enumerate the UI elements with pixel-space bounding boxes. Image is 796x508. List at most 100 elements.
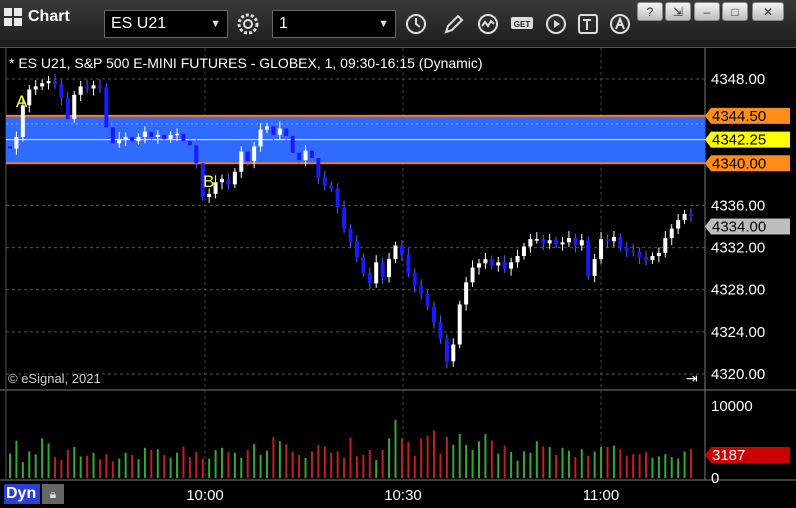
candle-body <box>194 145 199 164</box>
candle-body <box>566 238 571 243</box>
price-tick-label: 4332.00 <box>711 240 765 257</box>
price-pane <box>6 48 705 388</box>
pencil-draw-icon[interactable] <box>440 10 468 38</box>
candle-body <box>412 272 417 286</box>
candle-body <box>284 128 289 136</box>
grid-icon <box>4 8 22 26</box>
candle-body <box>644 257 649 261</box>
candle-body <box>232 171 237 185</box>
help-icon[interactable]: ? <box>637 2 663 21</box>
close-icon[interactable]: ✕ <box>752 2 784 21</box>
candle-body <box>149 131 154 137</box>
lock-icon[interactable]: 🔒︎ <box>42 484 64 504</box>
candle-body <box>155 134 160 137</box>
candle-body <box>130 136 135 142</box>
candle-body <box>470 267 475 283</box>
candle-body <box>207 193 212 197</box>
candle-body <box>162 134 167 140</box>
candle-body <box>200 163 205 197</box>
candle-body <box>65 97 70 120</box>
candle-body <box>85 86 90 89</box>
chevron-down-icon[interactable]: ▼ <box>378 11 389 37</box>
volume-marker <box>705 447 790 464</box>
candle-body <box>245 151 250 162</box>
candle-body <box>33 86 38 90</box>
candle-body <box>27 89 32 106</box>
candle-body <box>59 84 64 98</box>
settings-gear-icon[interactable] <box>234 10 262 38</box>
volume-tick-label: 0 <box>711 470 719 487</box>
volume-marker-label: 3187 <box>712 447 745 464</box>
dynamic-mode-button[interactable]: Dyn <box>4 484 40 504</box>
candle-body <box>220 179 225 183</box>
scroll-to-end-icon[interactable]: ⇥ <box>686 370 698 387</box>
price-tick-label: 4320.00 <box>711 366 765 383</box>
candle-body <box>136 136 141 142</box>
candle-body <box>663 238 668 253</box>
play-icon[interactable] <box>542 10 570 38</box>
chart-toolbar: Chart ES U21 ▼ 1 ▼ GET ? ⇲ – □ ✕ <box>0 0 796 48</box>
price-chart[interactable]: 10:00 10:30 11:00 4348.00 4336.00 4332.00 4328… <box>0 0 796 508</box>
candle-body <box>502 262 507 269</box>
candle-body <box>97 85 102 88</box>
minimize-icon[interactable]: – <box>694 2 720 21</box>
price-marker <box>705 131 790 148</box>
candle-body <box>432 306 437 323</box>
candle-body <box>689 213 693 216</box>
candle-body <box>316 158 321 177</box>
candle-body <box>40 83 45 87</box>
chevron-down-icon[interactable]: ▼ <box>210 11 221 37</box>
support-band <box>6 115 705 164</box>
candle-body <box>277 128 282 135</box>
price-tick-label: 4324.00 <box>711 324 765 341</box>
candle-body <box>387 259 392 278</box>
candle-body <box>329 185 334 189</box>
candle-body <box>380 262 385 278</box>
price-marker <box>705 155 790 172</box>
restore-icon[interactable]: ⇲ <box>665 2 691 21</box>
candle-body <box>676 220 681 229</box>
candle-body <box>117 139 122 144</box>
candle-body <box>309 150 314 159</box>
candle-body <box>78 86 83 95</box>
candle-body <box>187 141 192 146</box>
candle-body <box>52 81 57 85</box>
time-tick-label: 11:00 <box>583 487 619 504</box>
interval-value: 1 <box>279 15 288 32</box>
candle-body <box>110 127 115 144</box>
candle-body <box>14 136 19 149</box>
time-tick-label: 10:00 <box>186 487 224 504</box>
alert-icon[interactable] <box>606 10 634 38</box>
candle-body <box>669 228 674 239</box>
candle-body <box>46 81 51 84</box>
clock-icon[interactable] <box>402 10 430 38</box>
candle-body <box>637 251 642 258</box>
text-tool-icon[interactable] <box>574 10 602 38</box>
candle-body <box>650 256 655 261</box>
candle-body <box>547 240 552 244</box>
candle-body <box>656 252 661 256</box>
candle-body <box>258 129 263 147</box>
candle-body <box>264 126 269 130</box>
maximize-icon[interactable]: □ <box>722 2 748 21</box>
interval-select[interactable]: 1 ▼ <box>272 10 396 38</box>
candle-body <box>399 245 404 255</box>
symbol-select[interactable]: ES U21 ▼ <box>104 10 228 38</box>
candle-body <box>239 151 244 172</box>
price-marker <box>705 218 790 235</box>
candle-body <box>393 245 398 260</box>
candle-body <box>303 150 308 161</box>
candle-body <box>322 176 327 186</box>
candle-body <box>611 237 616 242</box>
candle-body <box>586 240 591 277</box>
candle-body <box>419 285 424 294</box>
candle-body <box>579 240 584 246</box>
candle-body <box>20 105 25 137</box>
indicator-icon[interactable] <box>474 10 502 38</box>
candle-body <box>142 131 147 137</box>
window-title-label: Chart <box>28 8 70 25</box>
symbol-info: * ES U21, S&P 500 E-MINI FUTURES - GLOBE… <box>9 55 483 71</box>
price-marker-label: 4340.00 <box>712 155 766 172</box>
candle-body <box>521 246 526 256</box>
get-data-icon[interactable]: GET <box>508 10 536 38</box>
